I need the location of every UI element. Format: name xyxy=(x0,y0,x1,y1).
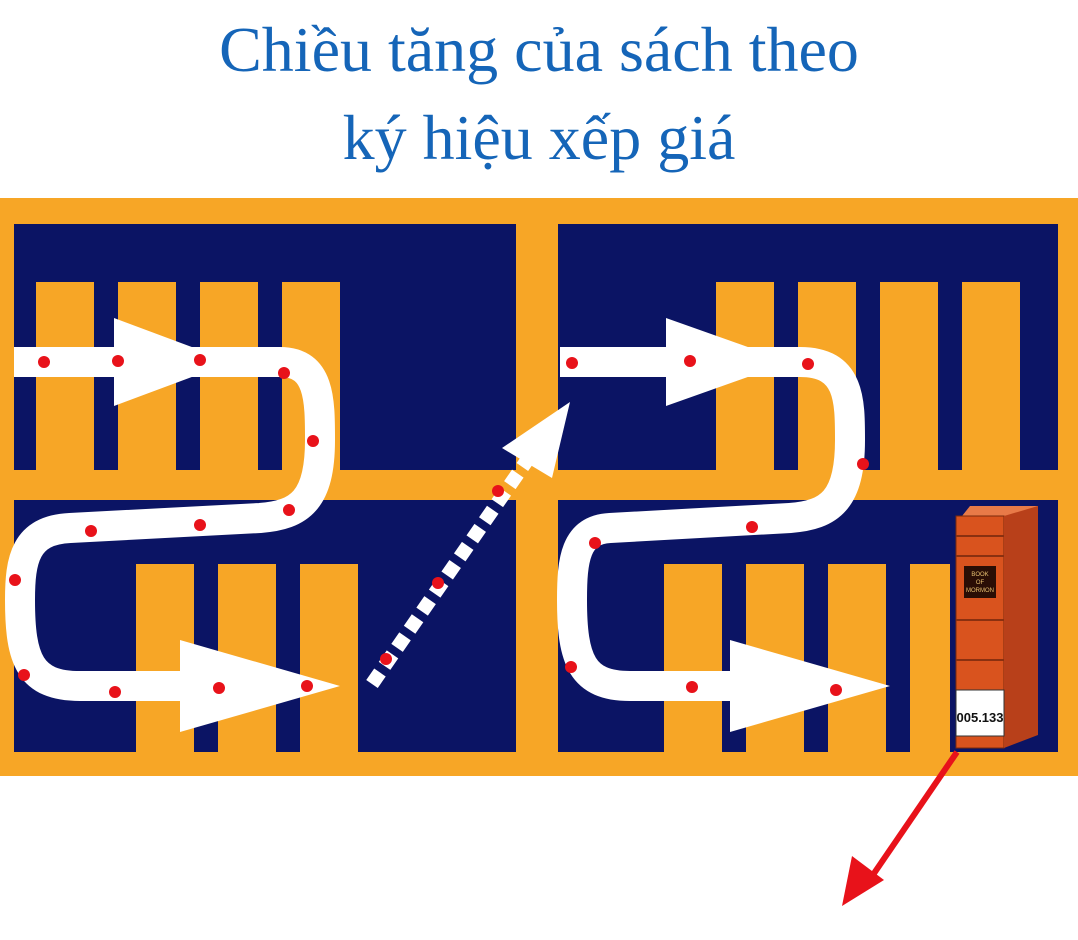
shelf-diagram: BOOK OF MORMON 005.133 xyxy=(0,198,1078,906)
book-spine-text-2: OF xyxy=(976,580,985,586)
book-illustration: BOOK OF MORMON 005.133 xyxy=(955,506,1038,749)
book-call-number: 005.133 xyxy=(957,710,1004,725)
book-spine-text-3: MORMON xyxy=(966,588,994,594)
book-spine-text-1: BOOK xyxy=(971,572,988,578)
